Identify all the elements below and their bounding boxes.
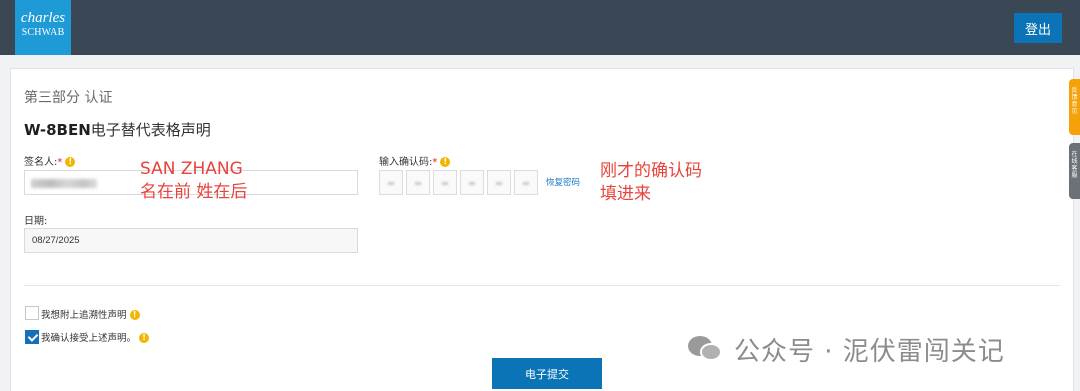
- restore-password-link[interactable]: 恢复密码: [546, 176, 580, 188]
- redacted-digit: [415, 182, 421, 185]
- form-title: W-8BEN电子替代表格声明: [24, 119, 211, 140]
- side-tab-label: 在线客服: [1071, 151, 1078, 179]
- code-annotation-line-1: 刚才的确认码: [600, 161, 702, 181]
- info-icon[interactable]: !: [440, 157, 451, 167]
- info-icon[interactable]: !: [129, 310, 140, 320]
- code-annotation: 刚才的确认码 填进来: [600, 160, 702, 206]
- code-digit-input[interactable]: [433, 170, 457, 195]
- redacted-digit: [523, 182, 529, 185]
- wechat-icon: [688, 334, 724, 364]
- signer-label: 签名人:*!: [24, 153, 76, 168]
- name-annotation: SAN ZHANG 名在前 姓在后: [140, 158, 247, 204]
- info-icon[interactable]: !: [139, 333, 150, 343]
- redacted-digit: [496, 182, 502, 185]
- confirmation-code-label: 输入确认码:*!: [379, 153, 451, 168]
- feedback-side-tab[interactable]: 反馈意见: [1069, 79, 1080, 135]
- side-tab-label: 反馈意见: [1071, 87, 1078, 115]
- form-title-code: W-8BEN: [24, 121, 91, 139]
- logo-line-1: charles: [20, 10, 66, 26]
- logo-line-2: SCHWAB: [21, 27, 65, 38]
- divider: [24, 285, 1060, 286]
- chat-side-tab[interactable]: 在线客服: [1069, 143, 1080, 199]
- retroactive-statement-label: 我想附上追溯性声明!: [41, 307, 140, 321]
- date-label: 日期:: [24, 216, 48, 227]
- redacted-digit: [469, 182, 475, 185]
- code-digit-input[interactable]: [514, 170, 538, 195]
- redacted-digit: [442, 182, 448, 185]
- required-mark: *: [432, 157, 438, 168]
- schwab-logo[interactable]: charles SCHWAB: [15, 0, 71, 55]
- checkbox-label-text: 我确认接受上述声明。: [41, 333, 137, 344]
- watermark: 公众号 · 泥伏雷闯关记: [688, 329, 1005, 369]
- accept-statement-checkbox[interactable]: [25, 330, 39, 344]
- redacted-digit: [388, 182, 394, 185]
- signer-label-text: 签名人:: [24, 157, 58, 168]
- code-digit-input[interactable]: [487, 170, 511, 195]
- logout-button[interactable]: 登出: [1014, 13, 1062, 43]
- checkbox-label-text: 我想附上追溯性声明: [41, 310, 127, 321]
- accept-statement-label: 我确认接受上述声明。!: [41, 330, 150, 344]
- redacted-name: [31, 179, 97, 188]
- required-mark: *: [57, 157, 63, 168]
- confirmation-code-label-text: 输入确认码:: [379, 157, 433, 168]
- code-digit-input[interactable]: [379, 170, 403, 195]
- watermark-text: 公众号 · 泥伏雷闯关记: [734, 336, 1005, 367]
- e-submit-button[interactable]: 电子提交: [492, 358, 602, 389]
- date-field: 08/27/2025: [24, 228, 358, 253]
- code-digit-input[interactable]: [460, 170, 484, 195]
- top-navigation-bar: charles SCHWAB 登出: [0, 0, 1080, 55]
- section-title: 第三部分 认证: [24, 90, 113, 106]
- form-title-text: 电子替代表格声明: [90, 121, 211, 139]
- info-icon[interactable]: !: [65, 157, 76, 167]
- name-annotation-line-2: 名在前 姓在后: [140, 182, 248, 202]
- code-digit-input[interactable]: [406, 170, 430, 195]
- name-annotation-line-1: SAN ZHANG: [140, 159, 243, 179]
- code-annotation-line-2: 填进来: [600, 184, 651, 204]
- retroactive-statement-checkbox[interactable]: [25, 306, 39, 320]
